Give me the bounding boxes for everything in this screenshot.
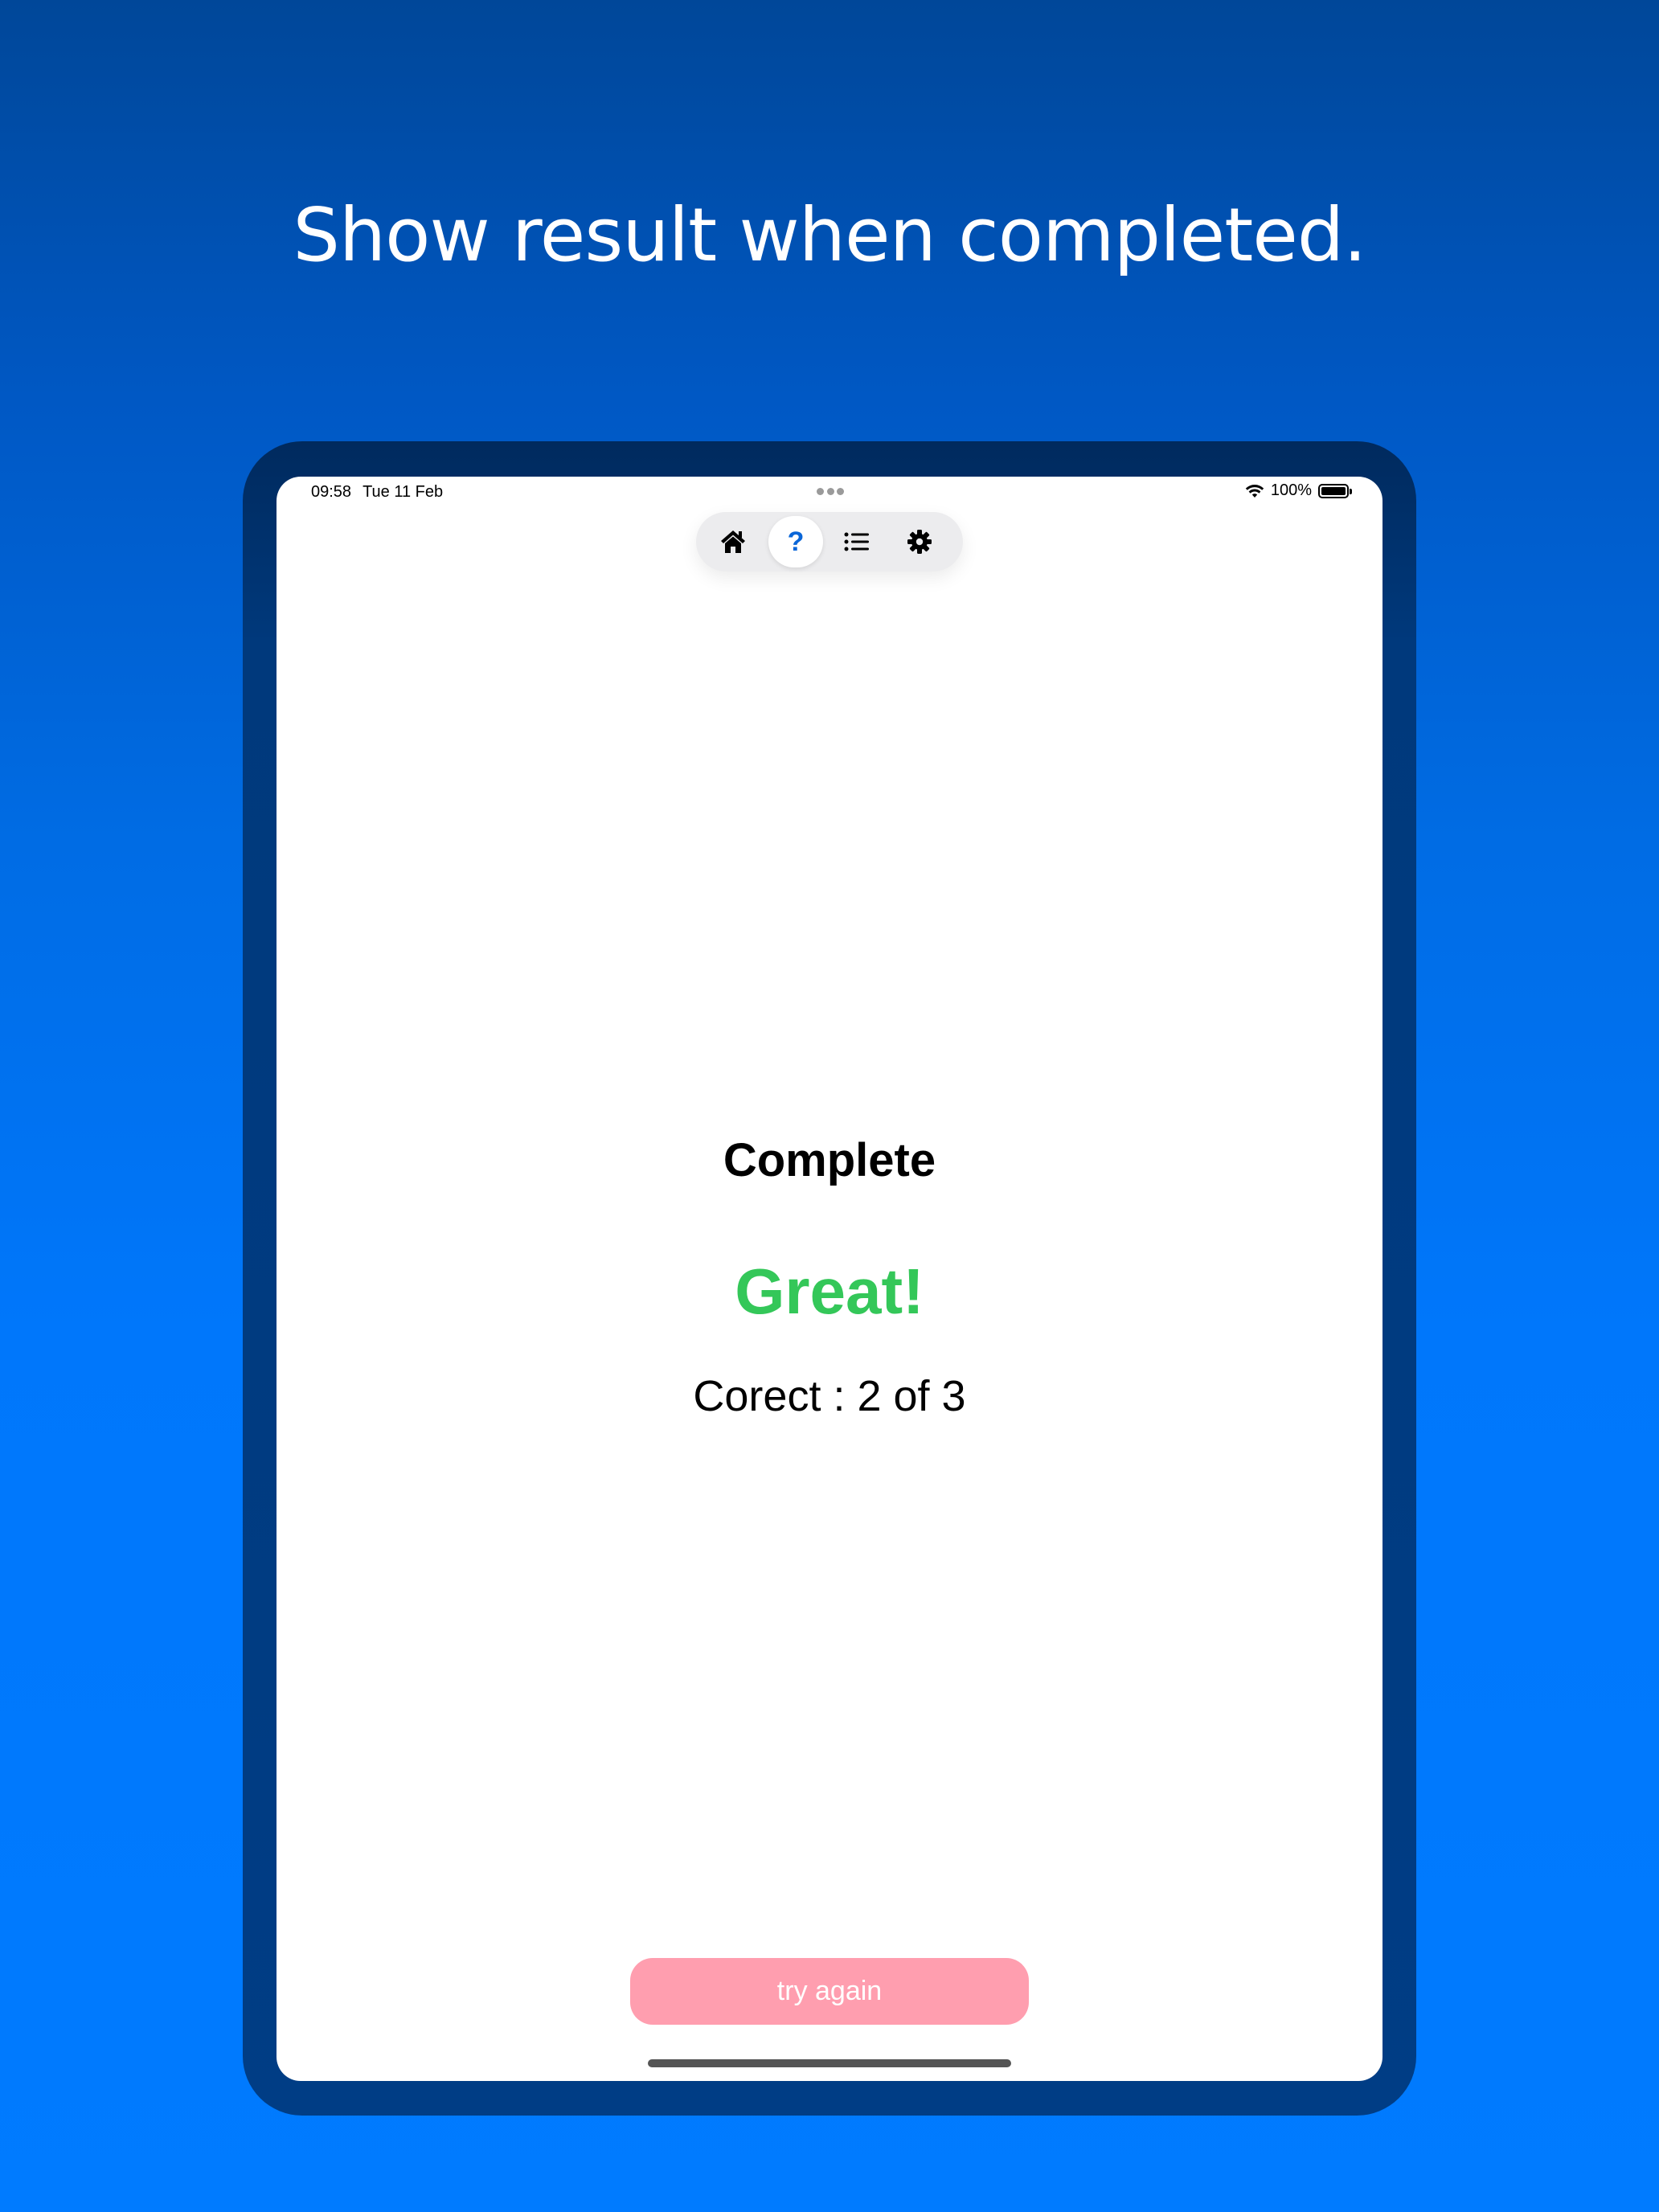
battery-percentage: 100%: [1270, 481, 1312, 499]
multitasking-dots-icon[interactable]: [817, 488, 844, 496]
battery-level-fill: [1321, 486, 1346, 495]
tab-list[interactable]: [830, 516, 884, 567]
question-icon: ?: [787, 526, 805, 557]
gear-icon: [907, 530, 932, 554]
app-screen: 09:58 Tue 11 Feb 100% ? Complete Great! …: [276, 477, 1382, 2081]
wifi-icon: [1245, 484, 1264, 498]
result-score: Corect : 2 of 3: [693, 1372, 966, 1420]
status-bar-right: 100%: [1245, 481, 1352, 500]
list-icon: [844, 532, 869, 551]
tab-bar: ?: [696, 512, 963, 571]
status-time: 09:58: [311, 483, 352, 501]
battery-icon: [1318, 483, 1352, 498]
tab-home[interactable]: [706, 516, 760, 567]
status-bar-left: 09:58 Tue 11 Feb: [311, 483, 454, 502]
result-verdict: Great!: [735, 1256, 924, 1327]
status-date: Tue 11 Feb: [363, 483, 444, 501]
house-icon: [721, 530, 745, 553]
marketing-headline: Show result when completed.: [293, 192, 1366, 278]
tab-quiz[interactable]: ?: [768, 516, 823, 567]
result-title: Complete: [723, 1134, 936, 1186]
tab-settings[interactable]: [892, 516, 947, 567]
home-indicator[interactable]: [648, 2059, 1011, 2067]
ipad-frame: 09:58 Tue 11 Feb 100% ? Complete Great! …: [243, 441, 1416, 2116]
try-again-button[interactable]: try again: [630, 1958, 1029, 2025]
